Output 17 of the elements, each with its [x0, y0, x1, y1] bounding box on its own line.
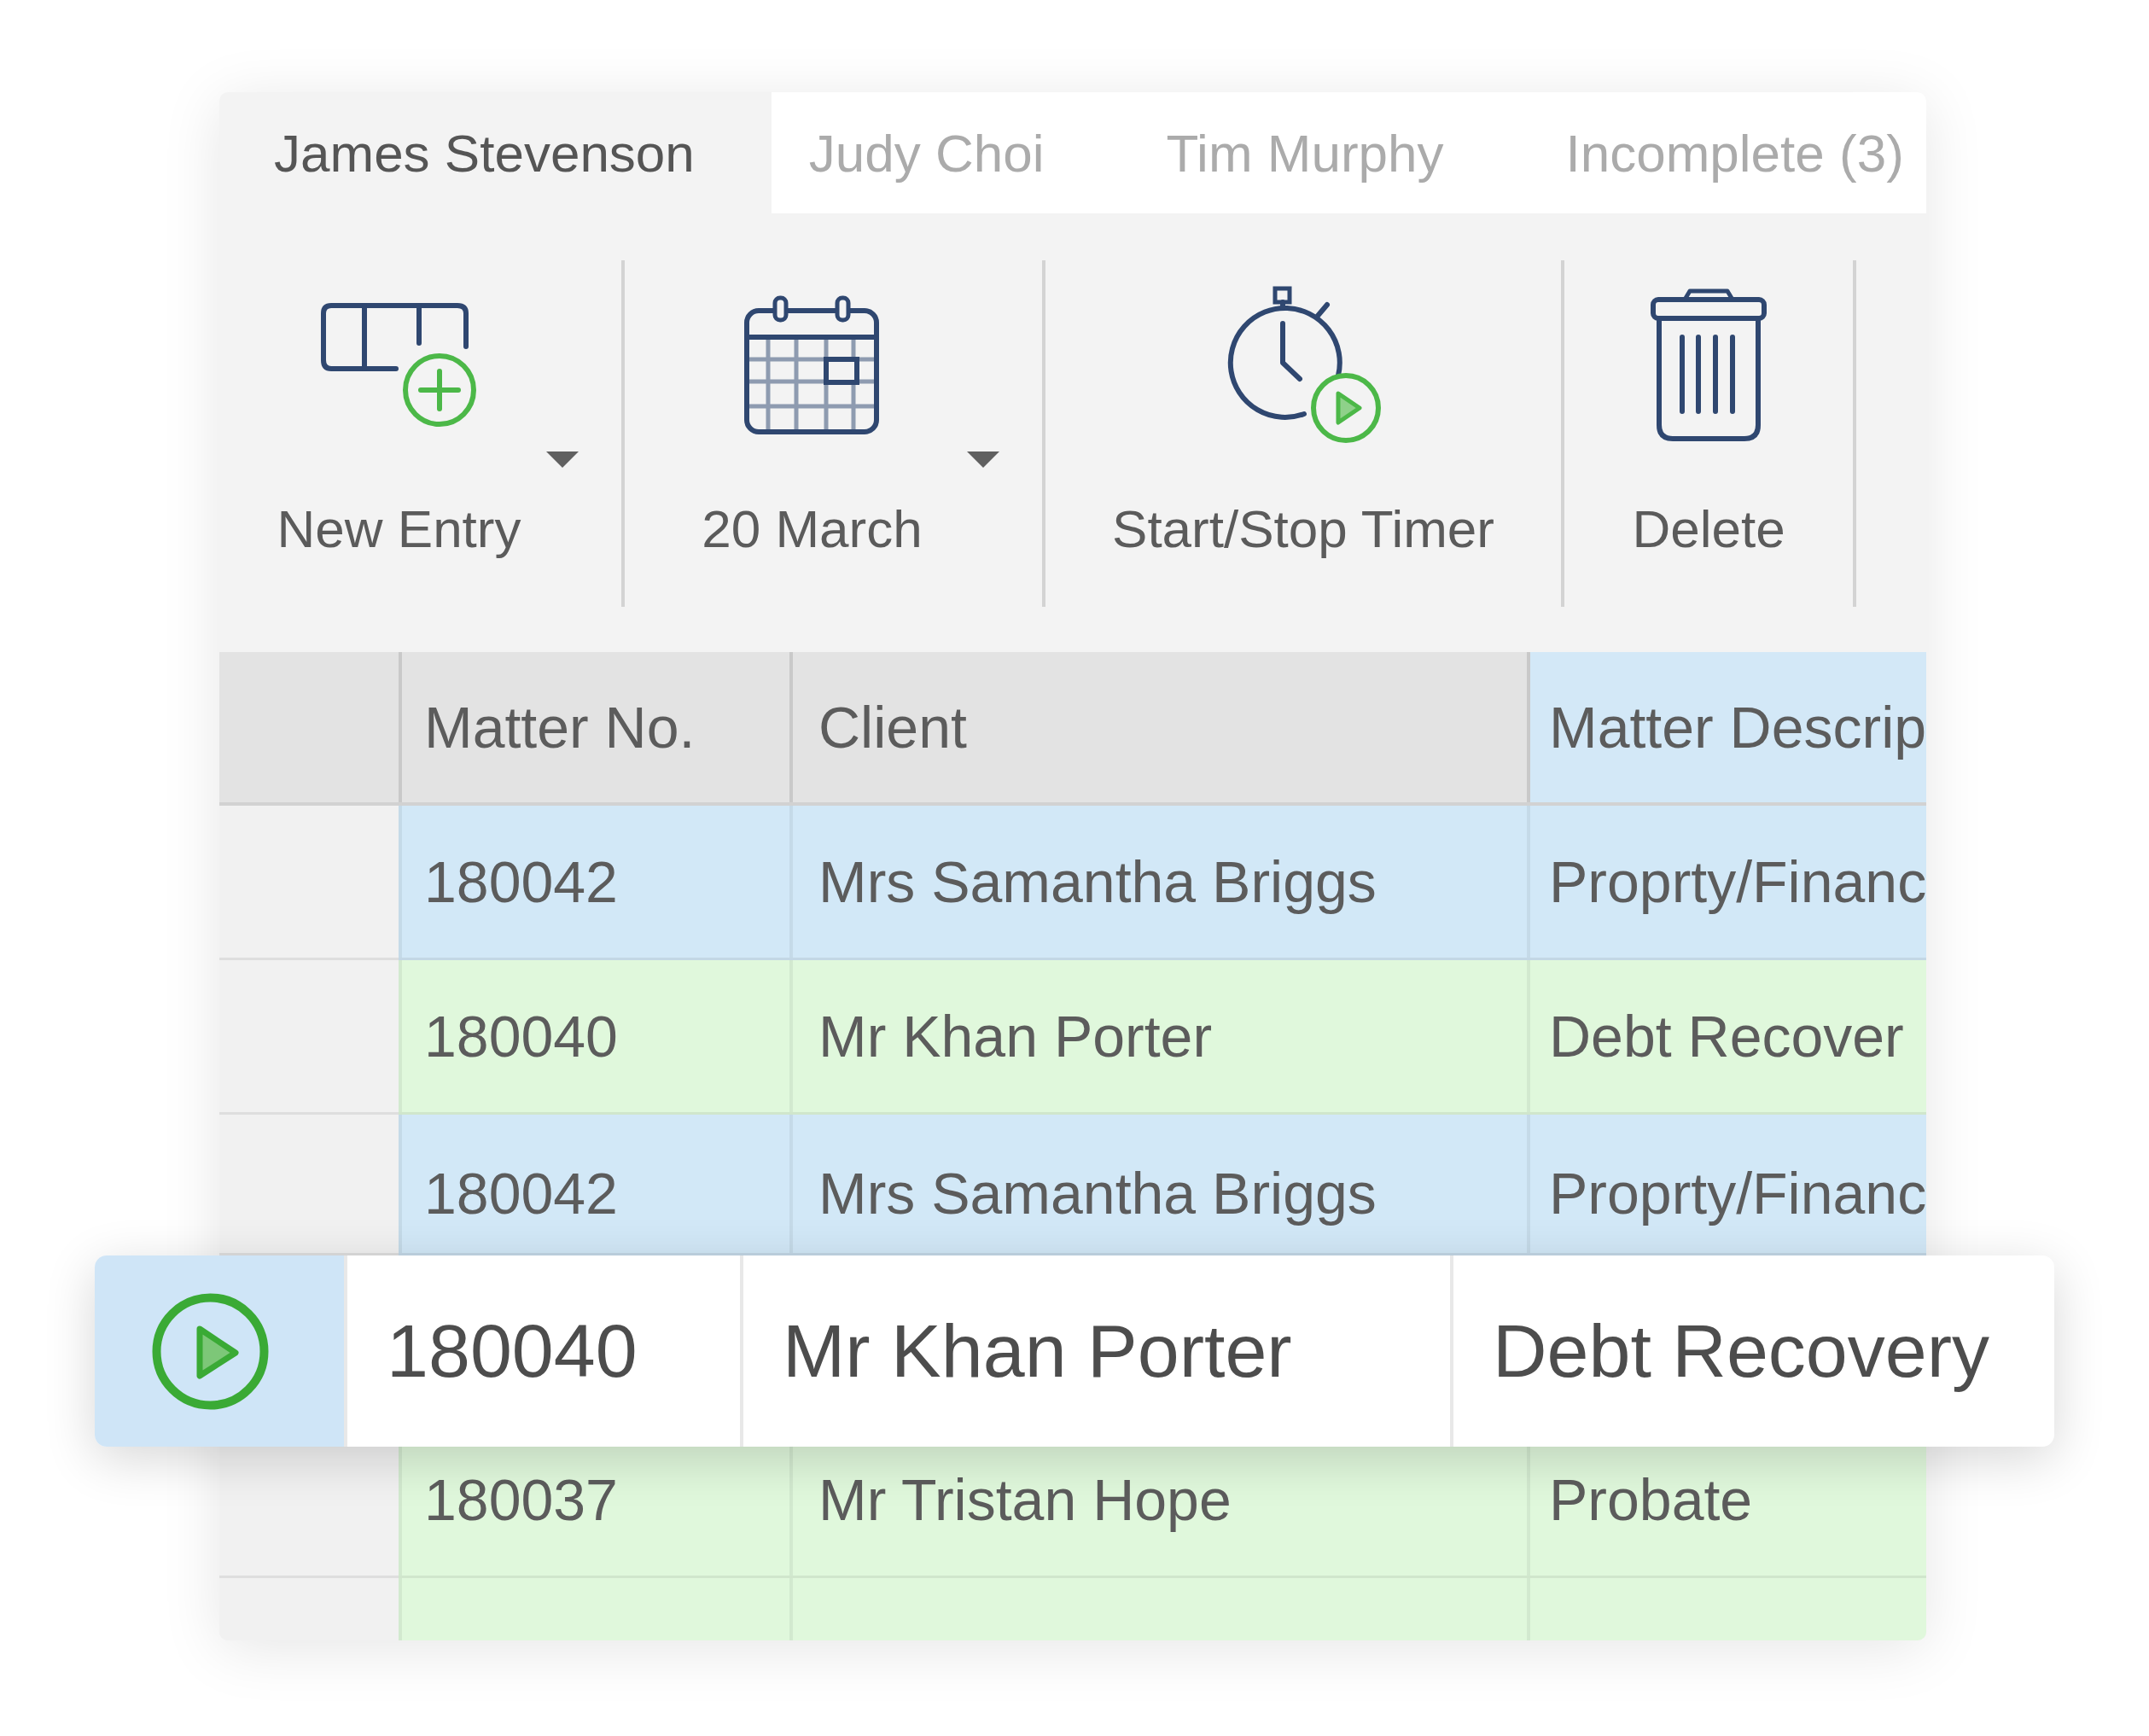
form-plus-icon: [320, 303, 478, 428]
caret-icon: [967, 451, 999, 468]
tab[interactable]: James Stevenson: [219, 92, 772, 213]
toolbar-button[interactable]: Start/Stop Timer: [1045, 260, 1564, 607]
column-header: Matter Descrip: [1527, 652, 1927, 802]
table-row[interactable]: 180042 Mrs Samantha Briggs Proprty/Financ: [399, 806, 1927, 960]
table-row[interactable]: 180042 Mrs Samantha Briggs Proprty/Financ: [399, 1115, 1927, 1255]
table-row[interactable]: 180040 Mr Khan Porter Debt Recover: [399, 960, 1926, 1115]
toolbar-button[interactable]: Delete: [1564, 260, 1856, 607]
toolbar-button[interactable]: New Entry: [219, 260, 625, 607]
trash-icon: [1651, 288, 1767, 442]
caret-icon: [546, 451, 579, 468]
calendar-icon: [743, 295, 881, 435]
play-icon[interactable]: [151, 1292, 269, 1410]
lifted-row[interactable]: 180040 Mr Khan Porter Debt Recovery: [95, 1255, 2054, 1447]
toolbar-button[interactable]: 20 March: [625, 260, 1045, 607]
table-row[interactable]: 180037 Mr Tristan Hope Probate: [399, 1447, 1926, 1578]
